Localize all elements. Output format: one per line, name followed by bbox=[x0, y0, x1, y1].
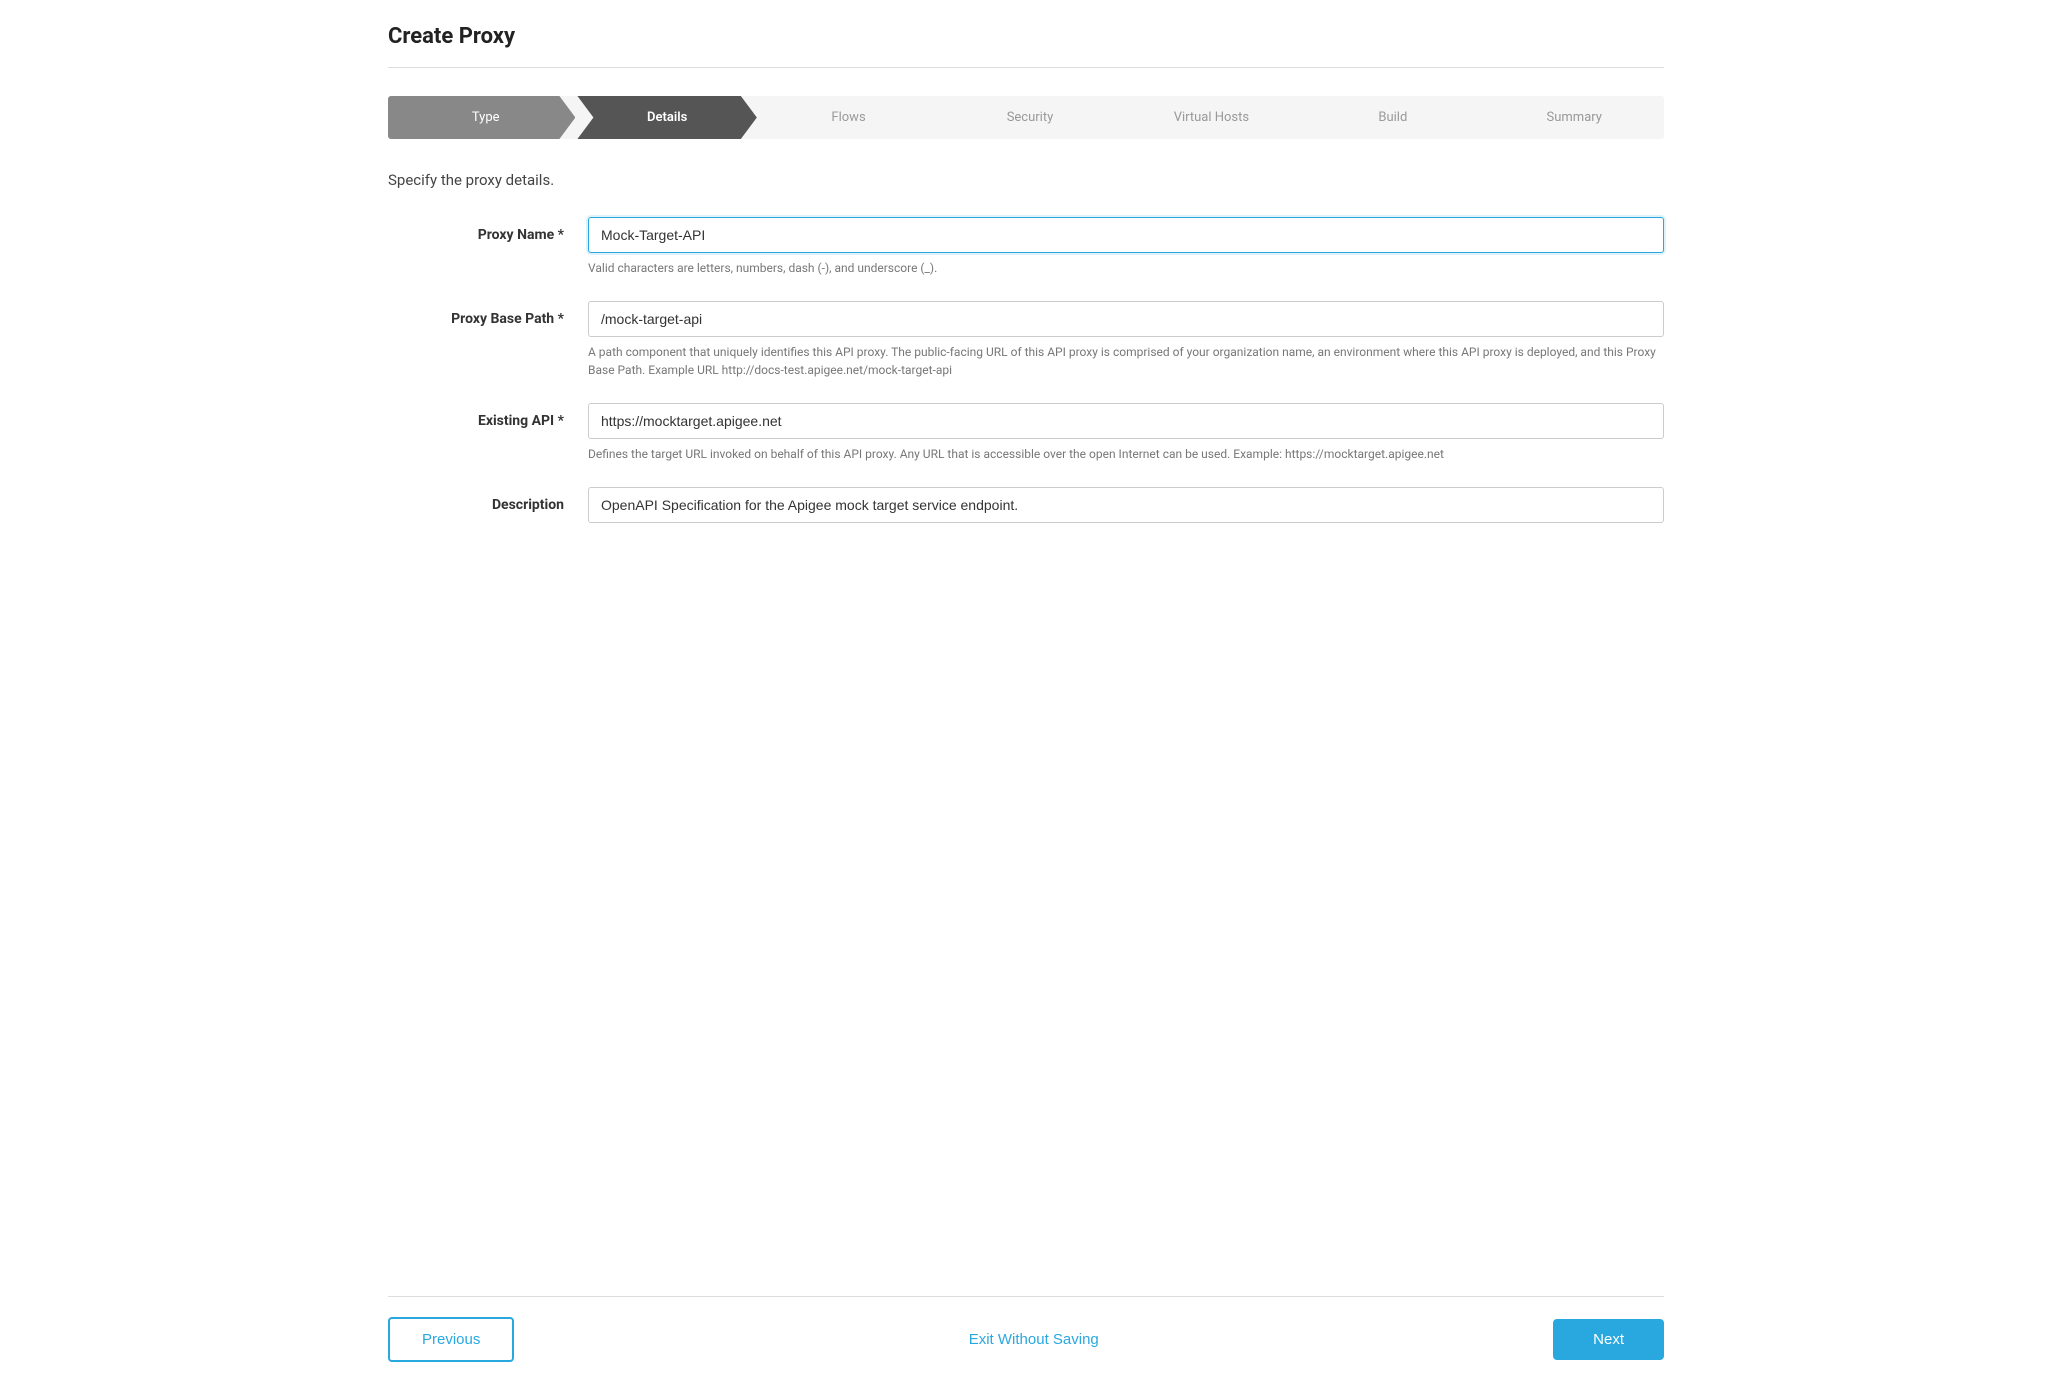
existing-api-field-group: Defines the target URL invoked on behalf… bbox=[588, 403, 1664, 463]
step-type[interactable]: Type bbox=[388, 96, 575, 139]
section-description: Specify the proxy details. bbox=[388, 171, 1664, 189]
description-label: Description bbox=[388, 487, 588, 513]
step-security[interactable]: Security bbox=[940, 96, 1119, 139]
description-row: Description bbox=[388, 487, 1664, 523]
proxy-name-label: Proxy Name * bbox=[388, 217, 588, 243]
description-input[interactable] bbox=[588, 487, 1664, 523]
page-title: Create Proxy bbox=[388, 24, 1664, 49]
existing-api-label: Existing API * bbox=[388, 403, 588, 429]
title-divider bbox=[388, 67, 1664, 68]
proxy-name-input[interactable] bbox=[588, 217, 1664, 253]
proxy-base-path-field-group: A path component that uniquely identifie… bbox=[588, 301, 1664, 379]
proxy-name-row: Proxy Name * Valid characters are letter… bbox=[388, 217, 1664, 277]
previous-button[interactable]: Previous bbox=[388, 1317, 514, 1362]
step-flows[interactable]: Flows bbox=[759, 96, 938, 139]
footer: Previous Exit Without Saving Next bbox=[388, 1296, 1664, 1386]
proxy-base-path-hint: A path component that uniquely identifie… bbox=[588, 343, 1664, 379]
next-button[interactable]: Next bbox=[1553, 1319, 1664, 1360]
proxy-base-path-row: Proxy Base Path * A path component that … bbox=[388, 301, 1664, 379]
existing-api-row: Existing API * Defines the target URL in… bbox=[388, 403, 1664, 463]
existing-api-hint: Defines the target URL invoked on behalf… bbox=[588, 445, 1664, 463]
description-field-group bbox=[588, 487, 1664, 523]
step-details[interactable]: Details bbox=[577, 96, 756, 139]
existing-api-input[interactable] bbox=[588, 403, 1664, 439]
proxy-base-path-label: Proxy Base Path * bbox=[388, 301, 588, 327]
form-area: Specify the proxy details. Proxy Name * … bbox=[388, 171, 1664, 1296]
step-summary[interactable]: Summary bbox=[1485, 96, 1664, 139]
proxy-name-field-group: Valid characters are letters, numbers, d… bbox=[588, 217, 1664, 277]
step-build[interactable]: Build bbox=[1303, 96, 1482, 139]
proxy-base-path-input[interactable] bbox=[588, 301, 1664, 337]
step-virtual-hosts[interactable]: Virtual Hosts bbox=[1122, 96, 1301, 139]
proxy-name-hint: Valid characters are letters, numbers, d… bbox=[588, 259, 1664, 277]
exit-button[interactable]: Exit Without Saving bbox=[969, 1331, 1099, 1348]
stepper: Type Details Flows Security Virtual Host… bbox=[388, 96, 1664, 139]
